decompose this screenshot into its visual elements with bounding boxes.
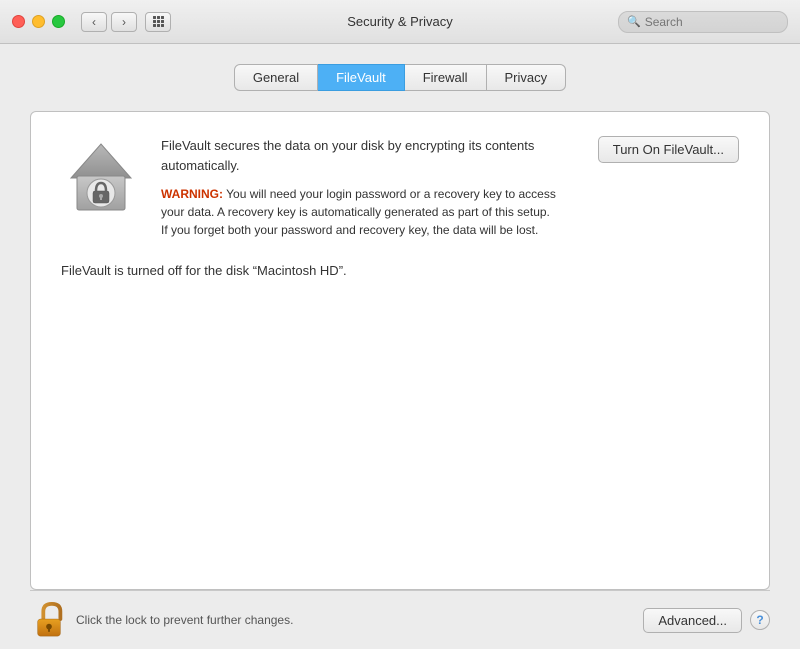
back-button[interactable]: ‹	[81, 12, 107, 32]
panel-top: FileVault secures the data on your disk …	[61, 136, 739, 239]
traffic-lights	[12, 15, 65, 28]
warning-text: WARNING: You will need your login passwo…	[161, 185, 558, 239]
search-icon: 🔍	[627, 15, 641, 28]
content-panel: FileVault secures the data on your disk …	[30, 111, 770, 590]
grid-button[interactable]	[145, 12, 171, 32]
forward-button[interactable]: ›	[111, 12, 137, 32]
help-button[interactable]: ?	[750, 610, 770, 630]
window-title: Security & Privacy	[347, 14, 452, 29]
lock-icon-button[interactable]	[30, 601, 68, 639]
close-button[interactable]	[12, 15, 25, 28]
lock-hint-text: Click the lock to prevent further change…	[76, 613, 643, 627]
warning-label: WARNING:	[161, 187, 223, 201]
titlebar: ‹ › Security & Privacy 🔍	[0, 0, 800, 44]
search-box[interactable]: 🔍	[618, 11, 788, 33]
tab-bar: General FileVault Firewall Privacy	[30, 64, 770, 91]
grid-icon	[153, 16, 164, 27]
advanced-button[interactable]: Advanced...	[643, 608, 742, 633]
lock-icon	[33, 602, 65, 638]
description-area: FileVault secures the data on your disk …	[161, 136, 558, 239]
search-input[interactable]	[645, 15, 779, 29]
turn-on-filevault-button[interactable]: Turn On FileVault...	[598, 136, 739, 163]
tab-general[interactable]: General	[234, 64, 318, 91]
main-content: General FileVault Firewall Privacy	[0, 44, 800, 649]
minimize-button[interactable]	[32, 15, 45, 28]
status-text: FileVault is turned off for the disk “Ma…	[61, 263, 739, 278]
tab-filevault[interactable]: FileVault	[318, 64, 405, 91]
maximize-button[interactable]	[52, 15, 65, 28]
bottom-bar: Click the lock to prevent further change…	[30, 590, 770, 649]
description-text: FileVault secures the data on your disk …	[161, 136, 558, 175]
nav-buttons: ‹ ›	[81, 12, 137, 32]
filevault-icon	[61, 136, 141, 216]
tab-firewall[interactable]: Firewall	[405, 64, 487, 91]
tab-privacy[interactable]: Privacy	[487, 64, 567, 91]
